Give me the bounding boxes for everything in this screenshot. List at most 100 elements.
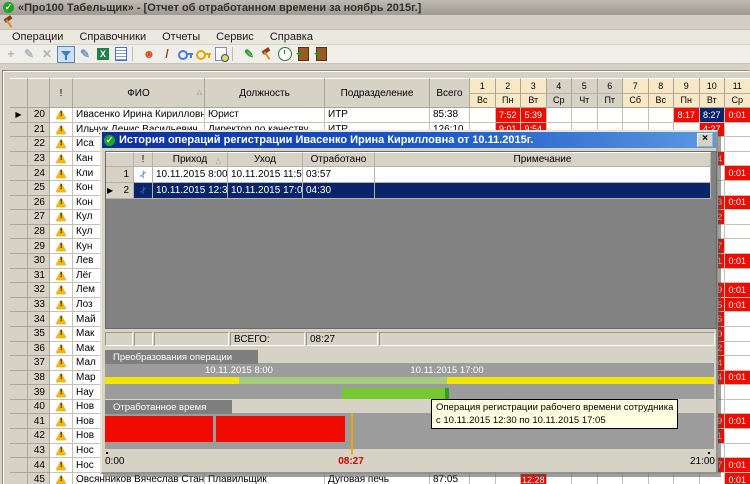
close-icon[interactable]: × (697, 133, 713, 147)
day-cell[interactable]: 8:17 (674, 108, 700, 123)
column-header-day-4[interactable]: 4 Ср (546, 78, 572, 108)
day-cell[interactable] (546, 108, 572, 123)
day-cell[interactable] (699, 472, 725, 484)
clock-icon[interactable] (277, 46, 293, 62)
day-cell[interactable] (725, 312, 750, 327)
day-cell[interactable] (725, 137, 750, 152)
day-cell[interactable] (623, 472, 649, 484)
day-cell[interactable]: 7:52 (495, 108, 521, 123)
day-cell[interactable]: 0:01 (725, 283, 750, 298)
column-header-day-3[interactable]: 3 Вт (521, 78, 547, 108)
day-cell[interactable]: 8:27 (699, 108, 725, 123)
column-header-warn[interactable]: ! (50, 78, 73, 108)
history-out-cell[interactable]: 10.11.2015 17:00 (228, 183, 303, 199)
day-cell[interactable] (725, 224, 750, 240)
day-cell[interactable] (725, 326, 750, 342)
column-header-fio[interactable]: ФИО △ (73, 78, 205, 108)
key-blue-icon[interactable] (177, 46, 193, 62)
day-cell[interactable] (725, 268, 750, 284)
menu-item-references[interactable]: Справочники (71, 31, 154, 43)
warning-cell[interactable] (50, 268, 73, 284)
warning-cell[interactable] (50, 137, 73, 152)
history-column-header-note[interactable]: Примечание (375, 152, 711, 167)
day-cell[interactable] (597, 108, 623, 123)
warning-cell[interactable] (50, 166, 73, 181)
preview-icon[interactable] (213, 46, 229, 62)
history-column-header-in[interactable]: Приход △ (153, 152, 228, 167)
history-note-cell[interactable] (375, 167, 711, 183)
day-cell[interactable] (725, 210, 750, 225)
day-cell[interactable] (623, 108, 649, 123)
employee-name-cell[interactable]: Овсянников Вячеслав Станиславов... (73, 472, 205, 484)
day-cell[interactable]: 0:01 (725, 166, 750, 181)
history-column-header-worked[interactable]: Отработано (303, 152, 375, 167)
history-row[interactable]: 1 ✂ 10.11.2015 8:00 10.11.2015 11:57 03:57 (106, 167, 716, 183)
day-cell[interactable] (725, 151, 750, 167)
history-worked-cell[interactable]: 03:57 (303, 167, 375, 183)
position-cell[interactable]: Плавильщик (205, 472, 325, 484)
warning-cell[interactable] (50, 210, 73, 225)
history-in-cell[interactable]: 10.11.2015 8:00 (153, 167, 228, 183)
column-header-num[interactable] (28, 78, 50, 108)
day-cell[interactable] (725, 180, 750, 196)
history-in-cell[interactable]: 10.11.2015 12:30 (153, 183, 228, 199)
excel-export-icon[interactable]: X (95, 46, 111, 62)
history-out-cell[interactable]: 10.11.2015 11:57 (228, 167, 303, 183)
day-cell[interactable]: 0:01 (725, 370, 750, 386)
total-cell[interactable]: 85:38 (430, 108, 470, 123)
history-worked-cell[interactable]: 04:30 (303, 183, 375, 199)
warning-cell[interactable] (50, 195, 73, 211)
warning-cell[interactable] (50, 385, 73, 400)
logout-icon[interactable]: ◄ (313, 46, 329, 62)
column-header-post[interactable]: Должность (205, 78, 325, 108)
day-cell[interactable] (648, 472, 674, 484)
menu-item-help[interactable]: Справка (262, 31, 321, 43)
menu-item-service[interactable]: Сервис (208, 31, 262, 43)
warning-cell[interactable] (50, 283, 73, 298)
table-row[interactable]: ▶ 20 Ивасенко Ирина КирилловнаЮристИТР85:3… (10, 108, 750, 123)
day-cell[interactable]: 0:01 (725, 108, 750, 123)
column-header-dept[interactable]: Подразделение (325, 78, 430, 108)
day-cell[interactable] (725, 356, 750, 371)
warning-cell[interactable] (50, 312, 73, 327)
day-cell[interactable] (674, 472, 700, 484)
column-header-total[interactable]: Всего (430, 78, 470, 108)
day-cell[interactable] (725, 429, 750, 444)
day-cell[interactable] (648, 108, 674, 123)
warning-cell[interactable] (50, 297, 73, 313)
day-cell[interactable]: 5:39 (521, 108, 547, 123)
employees-icon[interactable]: ☻ (141, 46, 157, 62)
hammer-icon[interactable] (3, 15, 16, 28)
table-row[interactable]: 45 Овсянников Вячеслав Станиславов...Плав… (10, 472, 750, 484)
column-header-ind[interactable] (10, 78, 28, 108)
warning-cell[interactable] (50, 458, 73, 473)
warning-cell[interactable] (50, 122, 73, 138)
warning-cell[interactable] (50, 326, 73, 342)
warning-cell[interactable] (50, 414, 73, 430)
report-icon[interactable] (113, 46, 129, 62)
warning-cell[interactable] (50, 429, 73, 444)
menu-item-reports[interactable]: Отчеты (154, 31, 208, 43)
warning-cell[interactable] (50, 224, 73, 240)
day-cell[interactable] (725, 385, 750, 400)
edit-icon[interactable]: ✎ (21, 46, 37, 62)
column-header-day-2[interactable]: 2 Пн (495, 78, 521, 108)
column-header-day-6[interactable]: 6 Пт (597, 78, 623, 108)
warning-cell[interactable] (50, 341, 73, 357)
whip-icon[interactable]: / (159, 46, 175, 62)
day-cell[interactable] (725, 239, 750, 254)
day-cell[interactable] (572, 108, 598, 123)
warning-cell[interactable] (50, 239, 73, 254)
warning-cell[interactable] (50, 356, 73, 371)
warning-cell[interactable] (50, 443, 73, 459)
history-column-header-out[interactable]: Уход (228, 152, 303, 167)
day-cell[interactable]: 12:28 (521, 472, 547, 484)
position-cell[interactable]: Юрист (205, 108, 325, 123)
history-row[interactable]: ▶ 2 ✂ 10.11.2015 12:30 10.11.2015 17:00 04:30 (106, 183, 716, 199)
time-marker[interactable] (351, 413, 353, 454)
department-cell[interactable]: ИТР (325, 108, 430, 123)
add-icon[interactable]: + (3, 46, 19, 62)
delete-icon[interactable]: ✕ (39, 46, 55, 62)
column-header-day-7[interactable]: 7 Сб (623, 78, 649, 108)
employee-name-cell[interactable]: Ивасенко Ирина Кирилловна (73, 108, 205, 123)
